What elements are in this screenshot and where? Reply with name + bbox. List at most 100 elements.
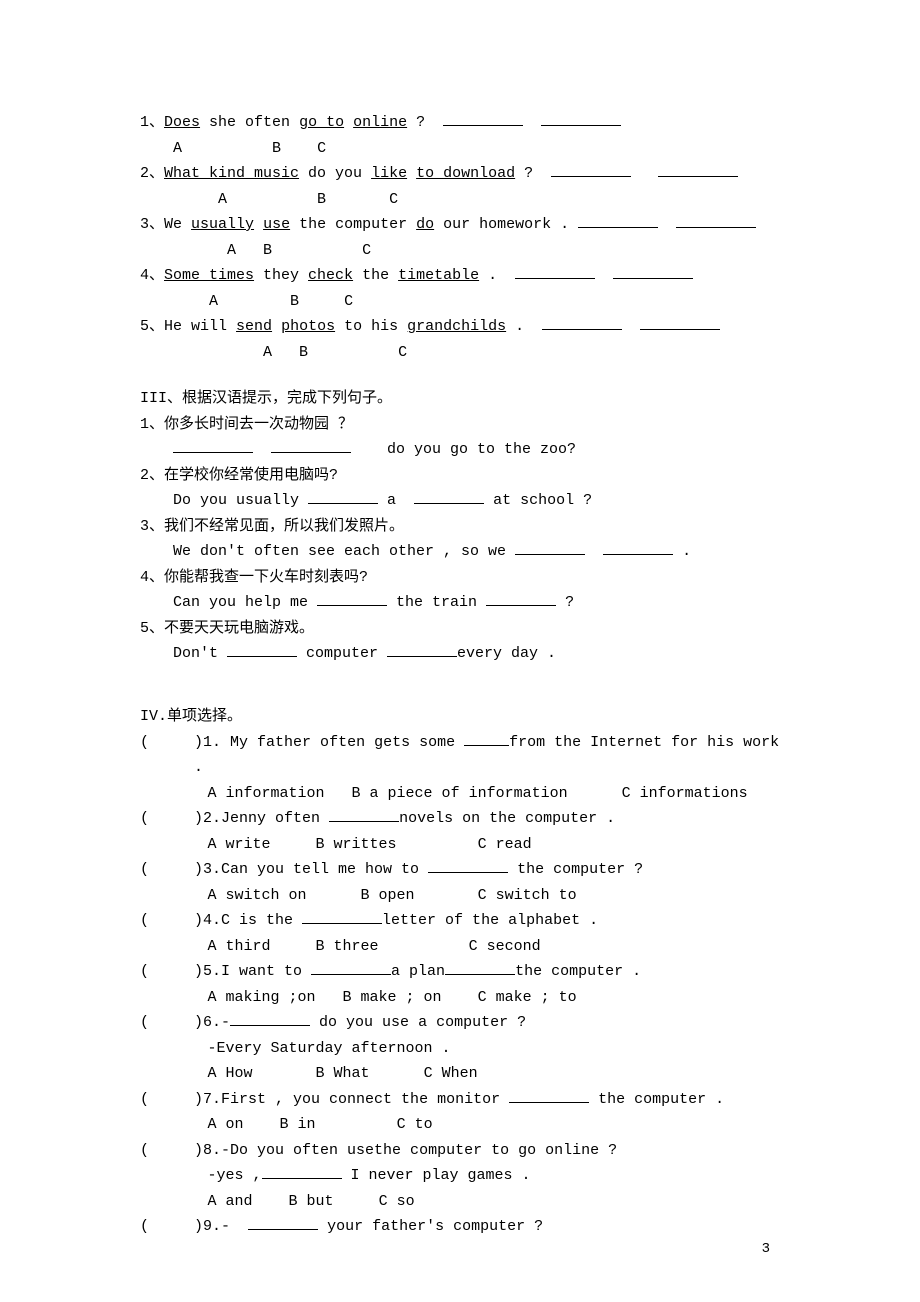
answer-slot[interactable] [149,908,194,934]
section-4: IV.单项选择。 ( )1. My father often gets some… [140,704,780,1240]
s4-q4: ( )4.C is the letter of the alphabet . [140,908,780,934]
abc-labels: A B C [140,340,780,366]
answer-blank[interactable] [542,314,622,330]
s3-q1: 1、你多长时间去一次动物园 ？ [140,412,780,438]
answer-blank[interactable] [308,488,378,504]
answer-blank[interactable] [227,641,297,657]
s2-q5: 5、He will send photos to his grandchilds… [140,314,780,340]
part-c: do [416,216,434,233]
s4-q8-line2: -yes , I never play games . [140,1163,780,1189]
part-b: photos [281,318,335,335]
stem-blank [464,730,509,746]
answer-slot[interactable] [149,1087,194,1113]
part-b: like [371,165,407,182]
answer-slot[interactable] [149,730,194,781]
answer-blank[interactable] [414,488,484,504]
worksheet-page: 1、Does she often go to online ? A B C 2、… [0,0,920,1302]
num: 3、 [140,216,164,233]
s4-q8-opts: A and B but C so [140,1189,780,1215]
stem-blank [311,959,391,975]
part-a: Does [164,114,200,131]
s3-q2-en: Do you usually a at school ? [140,488,780,514]
part-b: check [308,267,353,284]
answer-blank[interactable] [613,263,693,279]
answer-slot[interactable] [149,1138,194,1164]
part-a: usually [191,216,254,233]
answer-blank[interactable] [551,161,631,177]
num: 2、 [140,165,164,182]
answer-blank[interactable] [515,539,585,555]
answer-blank[interactable] [676,212,756,228]
section-2: 1、Does she often go to online ? A B C 2、… [140,110,780,365]
part-b: go to [299,114,344,131]
stem-blank [230,1010,310,1026]
s3-q5-en: Don't computer every day . [140,641,780,667]
stem-blank [262,1163,342,1179]
s2-q3: 3、We usually use the computer do our hom… [140,212,780,238]
answer-blank[interactable] [271,437,351,453]
answer-blank[interactable] [515,263,595,279]
num: 4、 [140,267,164,284]
s4-q6: ( )6.- do you use a computer ? [140,1010,780,1036]
s4-q4-opts: A third B three C second [140,934,780,960]
stem-blank [428,857,508,873]
section-4-title: IV.单项选择。 [140,704,780,730]
s4-q7-opts: A on B in C to [140,1112,780,1138]
answer-blank[interactable] [173,437,253,453]
part-c: to download [416,165,515,182]
s4-q1-opts: A information B a piece of information C… [140,781,780,807]
s3-q1-en: do you go to the zoo? [140,437,780,463]
part-c: grandchilds [407,318,506,335]
part-c: timetable [398,267,479,284]
part-b: use [263,216,290,233]
s2-q1: 1、Does she often go to online ? [140,110,780,136]
answer-blank[interactable] [658,161,738,177]
answer-blank[interactable] [603,539,673,555]
s4-q6-line2: -Every Saturday afternoon . [140,1036,780,1062]
answer-slot[interactable] [149,857,194,883]
answer-blank[interactable] [486,590,556,606]
answer-slot[interactable] [149,1010,194,1036]
s3-q5: 5、不要天天玩电脑游戏。 [140,616,780,642]
answer-blank[interactable] [640,314,720,330]
part-a: Some times [164,267,254,284]
s4-q6-opts: A How B What C When [140,1061,780,1087]
answer-blank[interactable] [317,590,387,606]
answer-slot[interactable] [149,806,194,832]
answer-blank[interactable] [578,212,658,228]
s3-q3: 3、我们不经常见面，所以我们发照片。 [140,514,780,540]
abc-labels: A B C [140,136,780,162]
section-3: III、根据汉语提示，完成下列句子。 1、你多长时间去一次动物园 ？ do yo… [140,386,780,667]
answer-blank[interactable] [541,110,621,126]
answer-blank[interactable] [387,641,457,657]
s4-q5-opts: A making ;on B make ; on C make ; to [140,985,780,1011]
s3-q4: 4、你能帮我查一下火车时刻表吗? [140,565,780,591]
s4-q9: ( )9.- your father's computer ? [140,1214,780,1240]
answer-slot[interactable] [149,1214,194,1240]
stem-blank [302,908,382,924]
abc-labels: A B C [140,289,780,315]
s2-q2: 2、What kind music do you like to downloa… [140,161,780,187]
s4-q3-opts: A switch on B open C switch to [140,883,780,909]
s4-q7: ( )7.First , you connect the monitor the… [140,1087,780,1113]
s4-q2: ( )2.Jenny often novels on the computer … [140,806,780,832]
answer-slot[interactable] [149,959,194,985]
s4-q2-opts: A write B writtes C read [140,832,780,858]
stem-blank [248,1214,318,1230]
abc-labels: A B C [140,187,780,213]
s4-q8: ( )8.-Do you often usethe computer to go… [140,1138,780,1164]
section-3-title: III、根据汉语提示，完成下列句子。 [140,386,780,412]
num: 5、 [140,318,164,335]
s3-q4-en: Can you help me the train ? [140,590,780,616]
part-a: send [236,318,272,335]
s4-q5: ( )5.I want to a planthe computer . [140,959,780,985]
num: 1、 [140,114,164,131]
part-c: online [353,114,407,131]
page-number: 3 [762,1238,770,1262]
s3-q2: 2、在学校你经常使用电脑吗? [140,463,780,489]
s2-q4: 4、Some times they check the timetable . [140,263,780,289]
part-a: What kind music [164,165,299,182]
s3-q3-en: We don't often see each other , so we . [140,539,780,565]
answer-blank[interactable] [443,110,523,126]
s4-q1: ( )1. My father often gets some from the… [140,730,780,781]
